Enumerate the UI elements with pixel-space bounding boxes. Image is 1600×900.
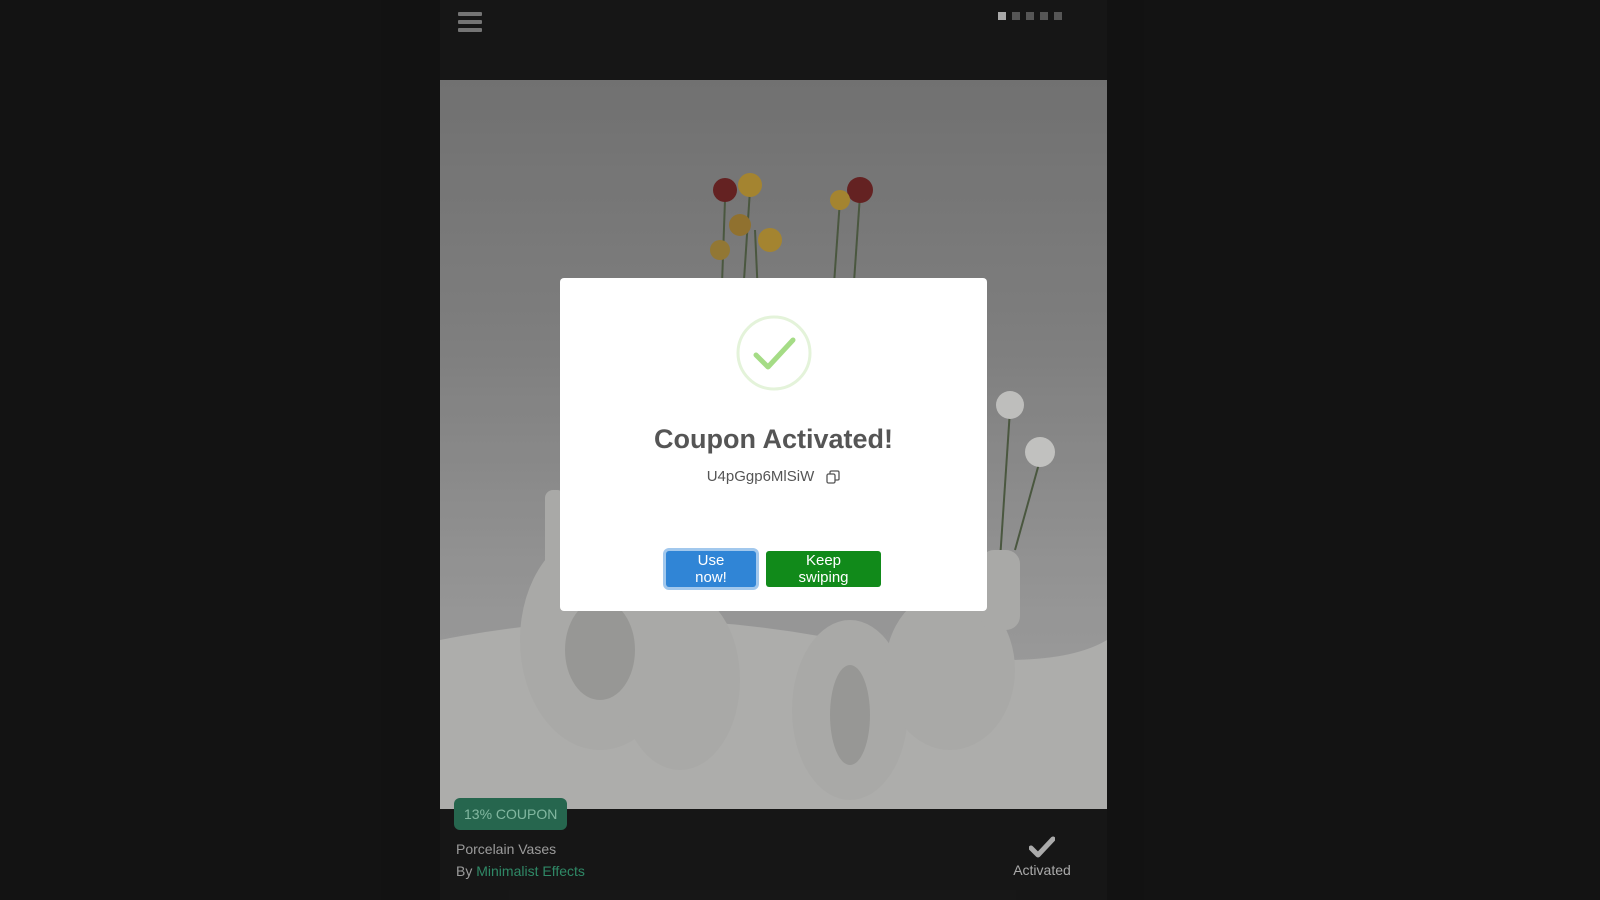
keep-swiping-button[interactable]: Keep swiping — [766, 551, 881, 587]
use-now-button[interactable]: Use now! — [666, 551, 756, 587]
coupon-code: U4pGgp6MlSiW — [706, 468, 815, 485]
dialog-actions: Use now! Keep swiping — [560, 551, 987, 587]
coupon-code-row: U4pGgp6MlSiW — [560, 468, 987, 485]
dialog-title: Coupon Activated! — [654, 424, 893, 454]
success-check-icon — [736, 315, 812, 391]
copy-icon[interactable] — [826, 469, 840, 484]
coupon-activated-dialog: Coupon Activated! U4pGgp6MlSiW Use now! … — [560, 278, 987, 611]
